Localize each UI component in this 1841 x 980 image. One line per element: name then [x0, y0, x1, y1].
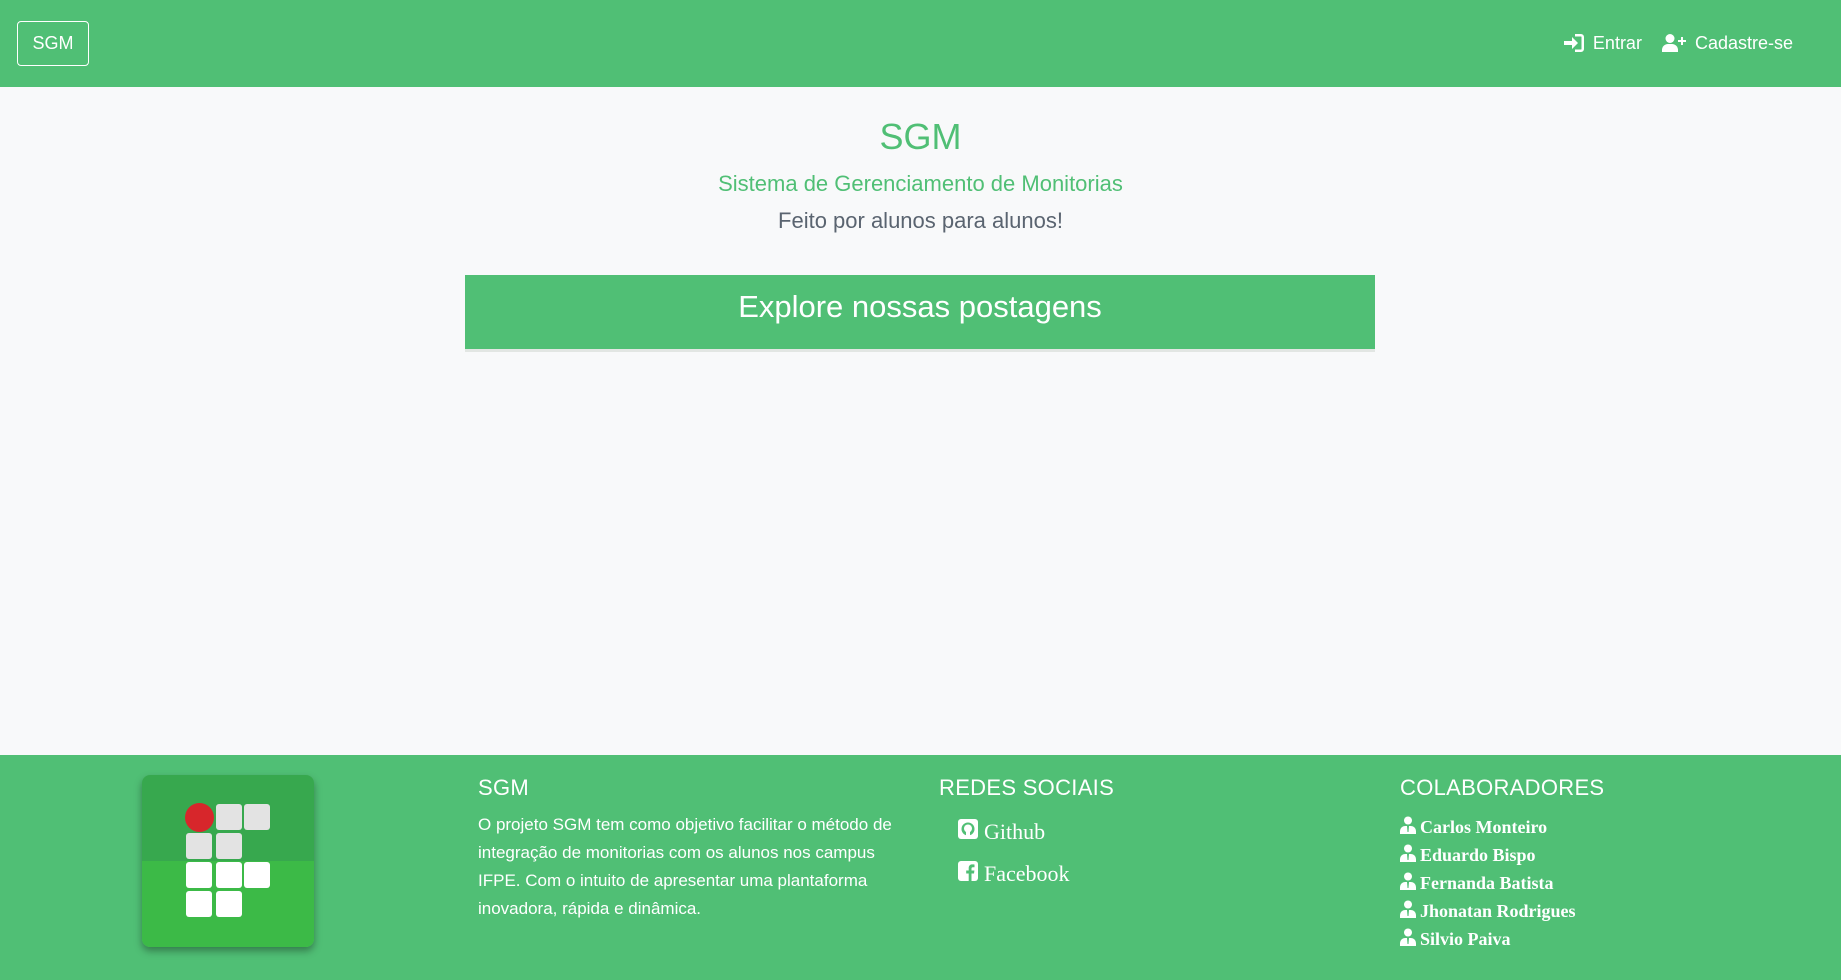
logo-square — [216, 891, 242, 917]
collaborator-name: Silvio Paiva — [1420, 928, 1511, 949]
signup-label: Cadastre-se — [1694, 32, 1793, 53]
logo-square — [186, 862, 212, 888]
footer: SGM O projeto SGM tem como objetivo faci… — [0, 755, 1841, 980]
collaborator-item: Jhonatan Rodrigues — [1400, 897, 1576, 925]
github-label: Github — [984, 819, 1046, 844]
login-label: Entrar — [1592, 32, 1642, 53]
logo-square — [244, 804, 270, 830]
social-title: REDES SOCIAIS — [939, 775, 1115, 800]
github-icon — [958, 819, 978, 845]
nav-links: Entrar Cadastre-se — [1563, 27, 1793, 59]
page-title: SGM — [879, 116, 962, 157]
logo-square — [244, 862, 270, 888]
user-icon — [1400, 900, 1416, 923]
facebook-label: Facebook — [984, 861, 1070, 886]
logo-square — [186, 891, 212, 917]
collaborator-item: Fernanda Batista — [1400, 869, 1576, 897]
sign-in-icon — [1563, 34, 1584, 52]
logo-square — [216, 862, 242, 888]
collaborator-name: Eduardo Bispo — [1420, 844, 1536, 865]
user-plus-icon — [1661, 34, 1686, 52]
logo-square — [186, 833, 212, 859]
user-icon — [1400, 928, 1416, 951]
logo-square — [216, 833, 242, 859]
user-icon — [1400, 816, 1416, 839]
collaborator-name: Fernanda Batista — [1420, 872, 1554, 893]
collaborator-name: Jhonatan Rodrigues — [1420, 900, 1576, 921]
collaborator-item: Carlos Monteiro — [1400, 813, 1576, 841]
logo-red-dot — [185, 803, 214, 832]
user-icon — [1400, 872, 1416, 895]
explore-posts-banner[interactable]: Explore nossas postagens — [465, 275, 1375, 352]
collaborator-name: Carlos Monteiro — [1420, 816, 1548, 837]
logo-square — [216, 804, 242, 830]
about-title: SGM — [478, 775, 530, 800]
collaborator-item: Silvio Paiva — [1400, 925, 1576, 953]
page-subtitle: Sistema de Gerenciamento de Monitorias — [718, 171, 1123, 196]
collaborator-item: Eduardo Bispo — [1400, 841, 1576, 869]
brand-button[interactable]: SGM — [17, 21, 89, 66]
ifpe-logo — [142, 775, 314, 947]
page-tagline: Feito por alunos para alunos! — [778, 208, 1063, 233]
facebook-link[interactable]: Facebook — [958, 861, 1070, 887]
facebook-icon — [958, 861, 978, 887]
about-text: O projeto SGM tem como objetivo facilita… — [478, 815, 892, 918]
github-link[interactable]: Github — [958, 819, 1045, 845]
login-link[interactable]: Entrar — [1563, 32, 1642, 54]
navbar: SGM Entrar Cadastre-se — [0, 0, 1841, 87]
collaborators-title: COLABORADORES — [1400, 775, 1605, 800]
collaborators-list: Carlos Monteiro Eduardo Bispo Fernanda B… — [1400, 813, 1576, 953]
signup-link[interactable]: Cadastre-se — [1661, 32, 1793, 54]
user-icon — [1400, 844, 1416, 867]
